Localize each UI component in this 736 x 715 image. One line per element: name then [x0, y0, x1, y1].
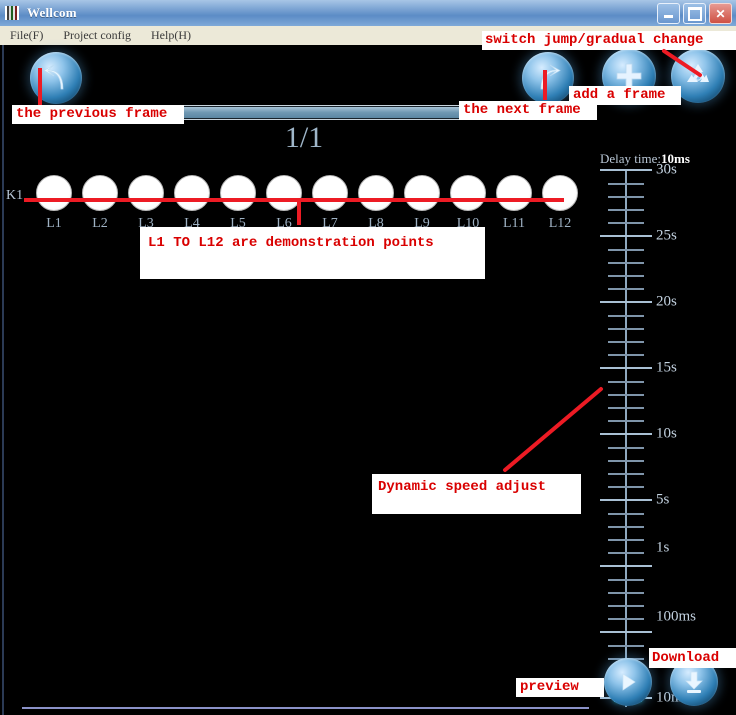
- annotation-pointer-speed: [503, 387, 603, 472]
- annotation-speed: Dynamic speed adjust: [372, 474, 581, 514]
- annotation-download: Download: [649, 648, 736, 668]
- annotation-preview: preview: [516, 678, 604, 697]
- application-window: Wellcom ✕ File(F) Project config Help(H): [0, 0, 736, 715]
